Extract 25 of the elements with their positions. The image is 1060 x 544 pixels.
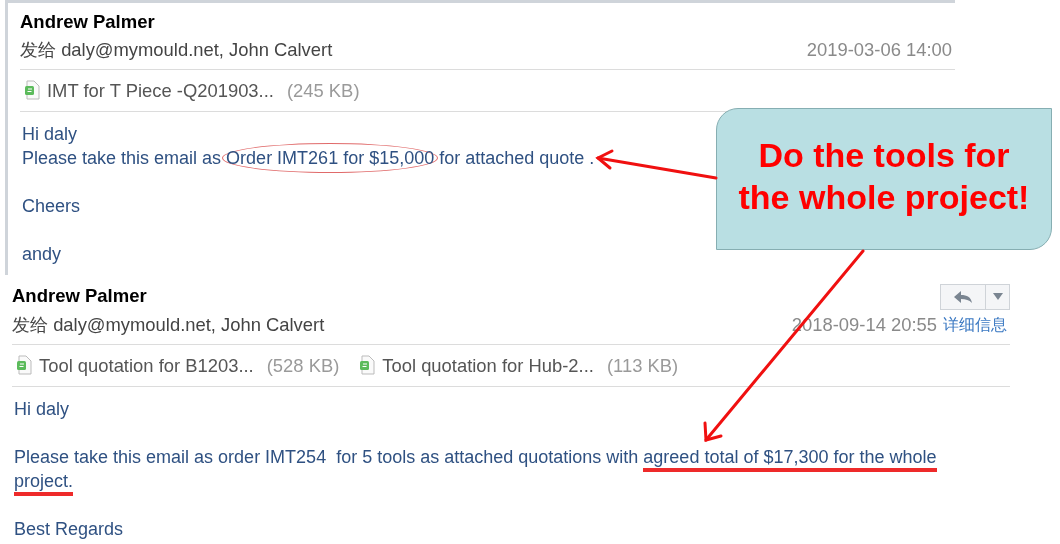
sender-name: Andrew Palmer <box>20 10 155 34</box>
message-line: Best Regards <box>14 518 124 541</box>
message-line: Please take this email as Order IMT261 for $15,000 for attached quote . <box>22 146 595 170</box>
spreadsheet-file-icon <box>24 80 40 101</box>
details-link[interactable]: 详细信息 <box>943 313 1007 337</box>
spreadsheet-file-icon <box>359 355 376 376</box>
spreadsheet-file-icon <box>16 355 32 376</box>
message-line: andy <box>22 243 62 266</box>
date: 2019-03-06 14:00 <box>806 38 952 63</box>
reply-icon <box>953 290 973 304</box>
sender-name: Andrew Palmer <box>12 284 147 308</box>
attachment[interactable]: IMT for T Piece -Q201903... (245 KB) <box>24 76 360 105</box>
message-line: Please take this email as order IMT254 for 5 tools as attached quotations with agreed total of $17,300 for the whole <box>14 445 937 469</box>
more-button[interactable] <box>986 284 1010 310</box>
message-line: Hi daly <box>14 398 70 421</box>
attachment[interactable]: Tool quotation for Hub-2... (113 KB) <box>359 351 679 380</box>
recipients: 发给 daly@mymould.net, John Calvert <box>20 38 333 63</box>
reply-button[interactable] <box>940 284 986 310</box>
callout: Do the tools for the whole project! <box>716 108 1052 250</box>
message-line: project. <box>14 469 74 493</box>
caret-icon <box>992 293 1003 301</box>
message-line: Cheers <box>22 195 81 218</box>
attachment[interactable]: Tool quotation for B1203... (528 KB) <box>16 351 340 380</box>
message-line: Hi daly <box>22 123 78 146</box>
recipients: 发给 daly@mymould.net, John Calvert <box>12 313 325 338</box>
